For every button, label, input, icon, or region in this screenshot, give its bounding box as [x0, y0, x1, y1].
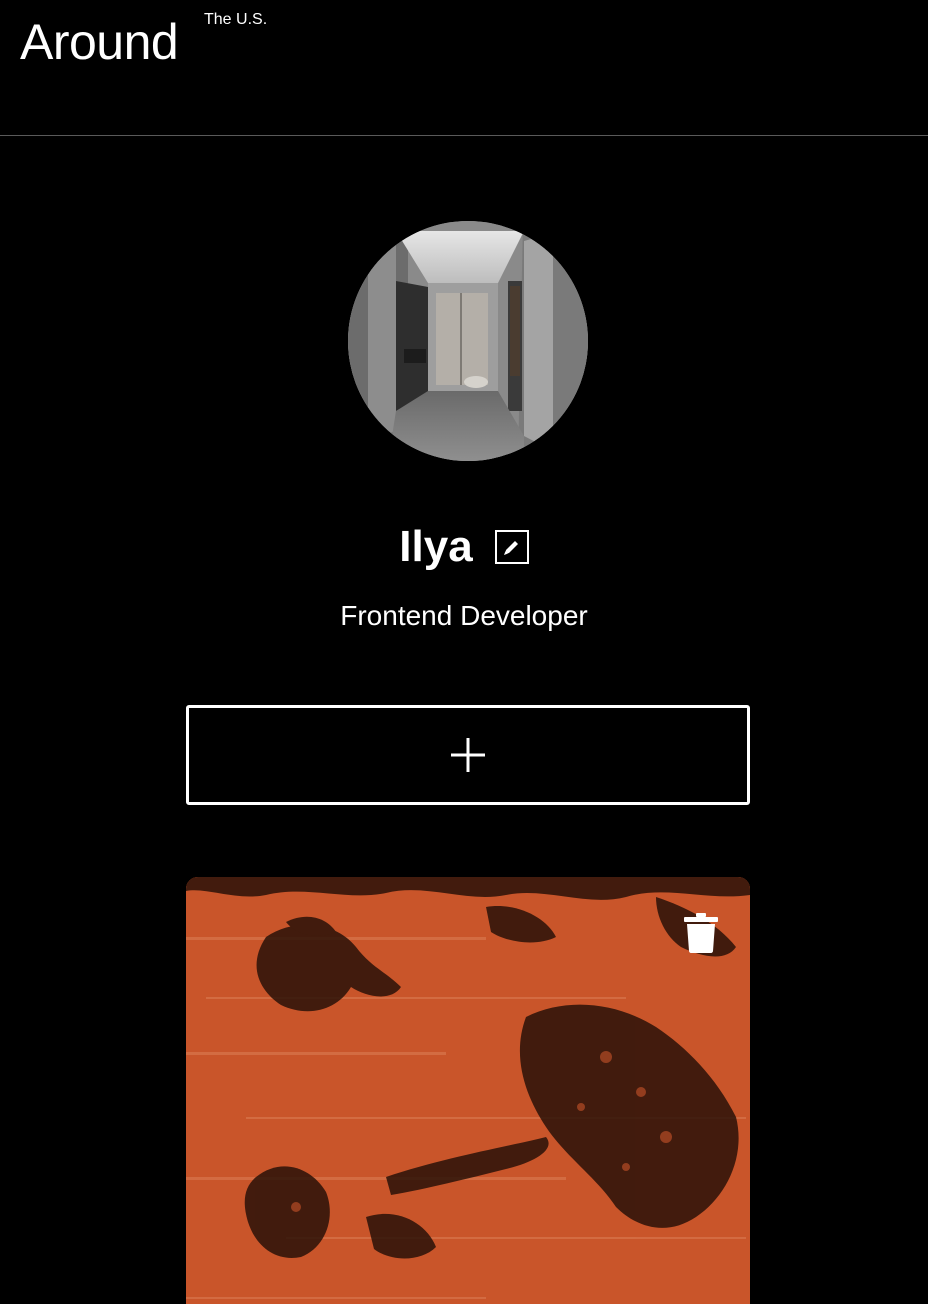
trash-icon [684, 913, 718, 953]
name-row: Ilya [0, 518, 928, 576]
edit-profile-button[interactable] [494, 530, 529, 564]
card-image[interactable] [186, 877, 750, 1304]
plus-icon [451, 738, 485, 772]
header: Around The U.S. [0, 0, 928, 136]
logo-text: Around [20, 14, 179, 70]
page: Around The U.S. Ilya Frontend Developer [0, 0, 928, 1304]
add-card-button[interactable] [186, 705, 750, 805]
profile-job: Frontend Developer [340, 600, 588, 631]
avatar-photo [348, 221, 588, 461]
pencil-icon [503, 541, 518, 555]
profile-name: Ilya [399, 522, 473, 571]
avatar[interactable] [348, 221, 588, 461]
card[interactable] [186, 877, 750, 1304]
logo-superscript: The U.S. [204, 11, 268, 28]
delete-card-button[interactable] [684, 913, 718, 953]
